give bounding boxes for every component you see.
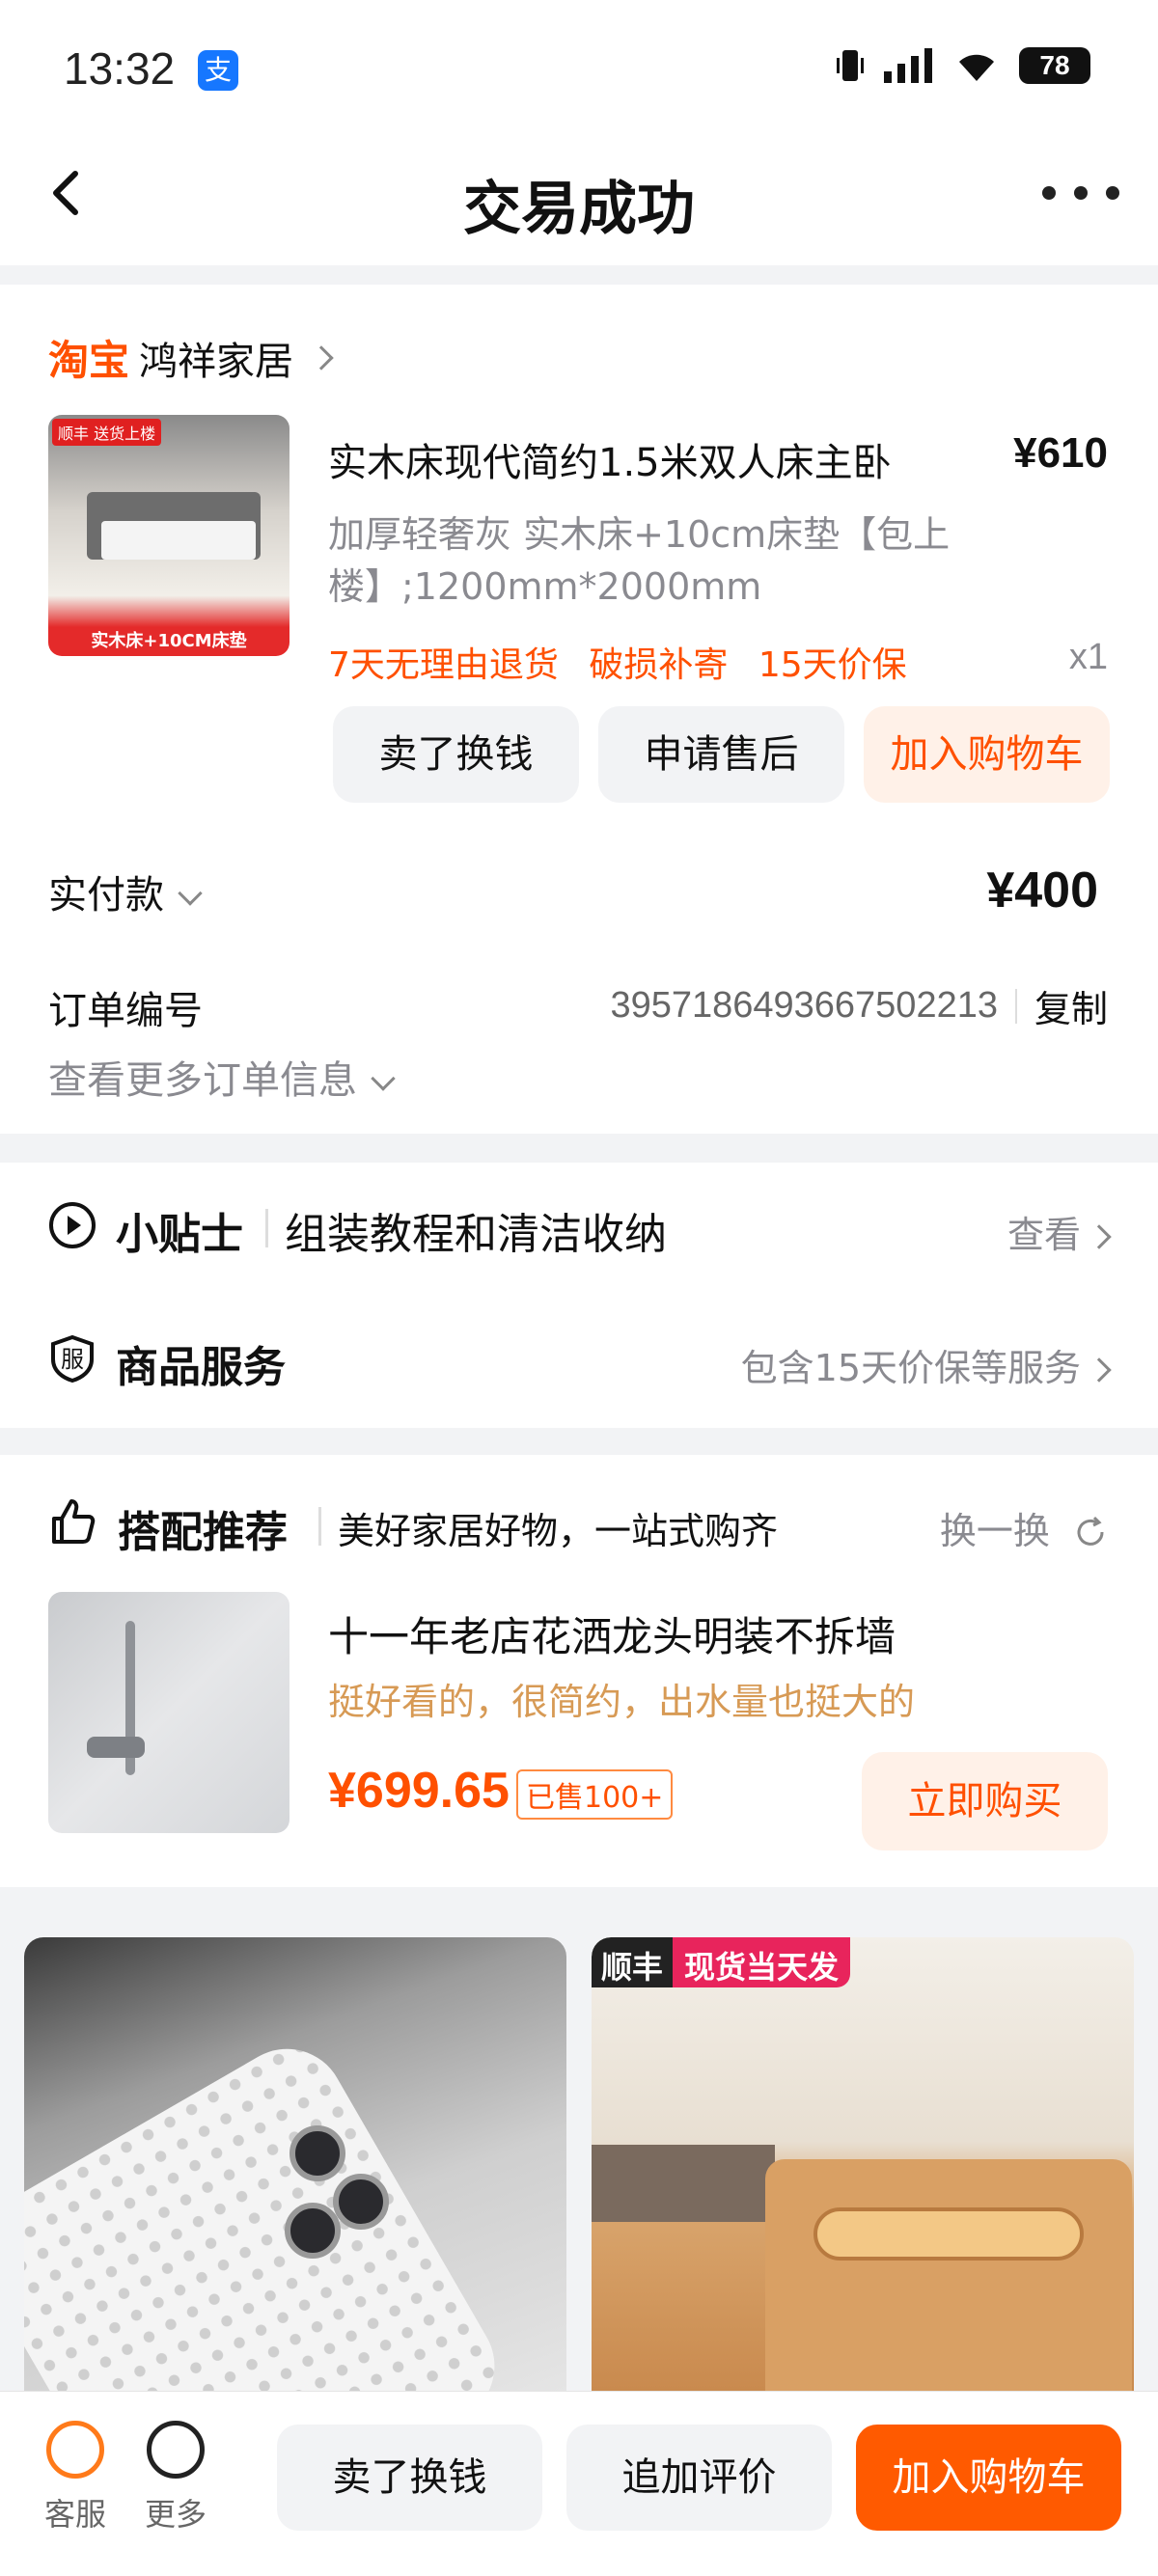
alipay-icon: 支: [198, 50, 238, 91]
customer-service-label[interactable]: 客服: [37, 2490, 114, 2535]
paid-label-row[interactable]: 实付款: [48, 863, 203, 919]
recommend-subtitle: 美好家居好物，一站式购齐: [338, 1510, 779, 1552]
after-sale-button[interactable]: 申请售后: [598, 706, 844, 803]
thumb-badge: 顺丰 送货上楼: [52, 419, 162, 446]
tag-return: 7天无理由退货: [328, 645, 559, 685]
bottom-sell-button[interactable]: 卖了换钱: [277, 2425, 542, 2531]
add-to-cart-button[interactable]: 加入购物车: [864, 706, 1110, 803]
quantity: x1: [1068, 637, 1108, 677]
paid-amount: ¥400: [986, 863, 1098, 918]
thumbs-up-icon: [52, 1499, 96, 1544]
chevron-right-icon: [309, 344, 334, 370]
wifi-icon: [959, 54, 994, 81]
more-label[interactable]: 更多: [137, 2490, 214, 2535]
nav-bar: 交易成功: [0, 135, 1158, 265]
recommend-product-desc: 挺好看的，很简约，出水量也挺大的: [328, 1681, 916, 1723]
copy-button[interactable]: 复制: [1034, 979, 1108, 1032]
same-day-badge: 现货当天发: [673, 1937, 851, 1987]
more-dots-icon[interactable]: [147, 2421, 205, 2479]
goods-service-value: 包含15天价保等服务: [740, 1347, 1081, 1389]
service-icon-char: 服: [61, 1346, 84, 1373]
paid-label: 实付款: [48, 873, 164, 918]
battery-icon: 78: [1019, 47, 1090, 84]
order-product-image[interactable]: 顺丰 送货上楼 实木床+10CM床垫: [48, 415, 290, 656]
status-icons: 78: [836, 46, 1090, 85]
recommend-product-title[interactable]: 十一年老店花洒龙头明装不拆墙: [328, 1604, 896, 1663]
tips-subtitle[interactable]: 组装教程和清洁收纳: [285, 1199, 667, 1261]
bottom-bar: 客服 更多 卖了换钱 追加评价 加入购物车: [0, 2391, 1158, 2576]
tips-view-link[interactable]: 查看: [1006, 1205, 1112, 1258]
product-spec: 加厚轻奢灰 实木床+10cm床垫【包上楼】;1200mm*2000mm: [328, 513, 951, 608]
refresh-label: 换一换: [939, 1510, 1050, 1552]
thumb-caption: 实木床+10CM床垫: [91, 631, 247, 651]
refresh-button[interactable]: 换一换: [940, 1501, 1108, 1554]
sold-badge: 已售100+: [516, 1769, 674, 1820]
shop-name: 鸿祥家居: [139, 339, 294, 384]
recommend-price: ¥699.65: [328, 1763, 510, 1819]
order-no-row: 3957186493667502213 复制: [610, 979, 1108, 1032]
more-options-icon[interactable]: [1042, 174, 1119, 212]
goods-service-title: 商品服务: [116, 1343, 286, 1392]
customer-service-icon[interactable]: [46, 2421, 104, 2479]
add-review-button[interactable]: 追加评价: [566, 2425, 832, 2531]
vibrate-icon: [837, 50, 864, 81]
goods-service-link[interactable]: 包含15天价保等服务: [740, 1338, 1112, 1391]
recommend-product-image[interactable]: [48, 1592, 290, 1833]
tips-title: 小贴士: [116, 1210, 243, 1259]
product-price: ¥610: [1013, 429, 1108, 477]
recommend-title: 搭配推荐: [118, 1508, 288, 1557]
more-order-info[interactable]: 查看更多订单信息: [48, 1049, 396, 1105]
order-card: 淘宝 鸿祥家居 顺丰 送货上楼 实木床+10CM床垫 实木床现代简约1.5米双人…: [0, 285, 1158, 1134]
play-circle-icon: [49, 1202, 96, 1248]
services-card: 小贴士 组装教程和清洁收纳 查看 服 商品服务 包含15天价保等服务: [0, 1163, 1158, 1428]
more-order-info-label: 查看更多订单信息: [48, 1058, 357, 1103]
signal-icon: [884, 48, 932, 83]
product-title[interactable]: 实木床现代简约1.5米双人床主卧: [328, 431, 946, 487]
shop-link[interactable]: 淘宝 鸿祥家居: [48, 328, 334, 387]
sf-badge: 顺丰 现货当天发: [592, 1937, 851, 1987]
page-title: 交易成功: [463, 176, 695, 243]
order-number: 3957186493667502213: [610, 985, 998, 1026]
tag-price-protect: 15天价保: [758, 645, 907, 685]
chevron-right-icon: [1087, 1357, 1112, 1383]
buy-now-button[interactable]: 立即购买: [862, 1752, 1108, 1850]
recommend-card: 搭配推荐 美好家居好物，一站式购齐 换一换 十一年老店花洒龙头明装不拆墙 挺好看…: [0, 1455, 1158, 1887]
tips-view-label: 查看: [1006, 1214, 1081, 1256]
status-bar: 13:32 支 78: [0, 0, 1158, 135]
order-no-label: 订单编号: [48, 989, 203, 1033]
refresh-icon: [1077, 1516, 1104, 1546]
chevron-down-icon: [178, 881, 203, 906]
feed-item-bed[interactable]: 顺丰 现货当天发: [592, 1937, 1134, 2391]
sf-badge-label: 顺丰: [592, 1937, 674, 1987]
chevron-down-icon: [371, 1066, 396, 1091]
chevron-right-icon: [1087, 1224, 1112, 1249]
tag-damage: 破损补寄: [589, 645, 729, 685]
sell-button[interactable]: 卖了换钱: [333, 706, 579, 803]
status-time: 13:32: [64, 43, 176, 94]
feed-item-phone-case[interactable]: [24, 1937, 566, 2391]
taobao-logo: 淘宝: [48, 337, 130, 384]
bottom-add-cart-button[interactable]: 加入购物车: [856, 2425, 1121, 2531]
service-tags: 7天无理由退货 破损补寄 15天价保: [328, 637, 926, 687]
